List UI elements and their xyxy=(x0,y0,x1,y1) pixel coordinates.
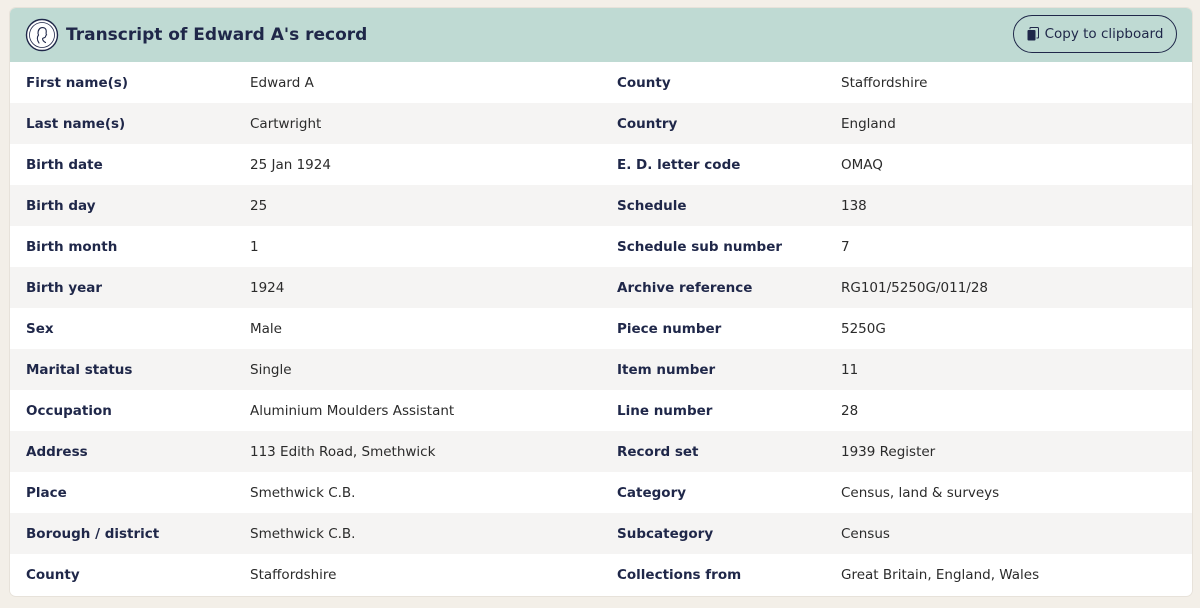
field-value: Edward A xyxy=(250,74,314,91)
field-value: 25 Jan 1924 xyxy=(250,156,331,173)
field-value: Single xyxy=(250,361,292,378)
field-label: Birth month xyxy=(26,238,118,255)
field-value: Smethwick C.B. xyxy=(250,484,356,501)
field-label: Category xyxy=(617,484,687,501)
field-label: First name(s) xyxy=(26,74,129,91)
field-value: Cartwright xyxy=(250,115,322,132)
table-row: Borough / district Smethwick C.B. Subcat… xyxy=(10,513,1192,554)
field-value: 1924 xyxy=(250,279,285,296)
field-label: Occupation xyxy=(26,402,112,419)
field-value: Great Britain, England, Wales xyxy=(841,566,1040,583)
field-value: England xyxy=(841,115,896,132)
copy-to-clipboard-button[interactable]: Copy to clipboard xyxy=(1013,15,1177,53)
field-value: 28 xyxy=(841,402,859,419)
field-value: OMAQ xyxy=(841,156,883,173)
field-label: Record set xyxy=(617,443,699,460)
field-label: Sex xyxy=(26,320,54,337)
field-value: Male xyxy=(250,320,282,337)
field-label: Archive reference xyxy=(617,279,753,296)
field-label: Item number xyxy=(617,361,716,378)
field-value: Census xyxy=(841,525,890,542)
field-value: 7 xyxy=(841,238,850,255)
field-label: Marital status xyxy=(26,361,133,378)
field-label: Schedule sub number xyxy=(617,238,783,255)
field-value: 5250G xyxy=(841,320,886,337)
field-label: E. D. letter code xyxy=(617,156,741,173)
table-row: Place Smethwick C.B. Category Census, la… xyxy=(10,472,1192,513)
copy-button-label: Copy to clipboard xyxy=(1044,26,1164,42)
field-label: Schedule xyxy=(617,197,687,214)
field-value: 1 xyxy=(250,238,259,255)
record-table: First name(s) Edward A County Staffordsh… xyxy=(10,62,1192,595)
field-label: Collections from xyxy=(617,566,742,583)
field-label: County xyxy=(617,74,671,91)
field-label: Birth date xyxy=(26,156,103,173)
field-value: Census, land & surveys xyxy=(841,484,1000,501)
field-label: Country xyxy=(617,115,678,132)
field-label: Subcategory xyxy=(617,525,714,542)
field-value: Staffordshire xyxy=(250,566,337,583)
field-value: Staffordshire xyxy=(841,74,928,91)
table-row: Birth year 1924 Archive reference RG101/… xyxy=(10,267,1192,308)
table-row: First name(s) Edward A County Staffordsh… xyxy=(10,62,1192,103)
table-row: Marital status Single Item number 11 xyxy=(10,349,1192,390)
record-transcript-card: Transcript of Edward A's record Copy to … xyxy=(10,8,1192,596)
field-value: Aluminium Moulders Assistant xyxy=(250,402,455,419)
field-value: 113 Edith Road, Smethwick xyxy=(250,443,436,460)
field-label: Place xyxy=(26,484,67,501)
field-label: County xyxy=(26,566,80,583)
field-label: Piece number xyxy=(617,320,722,337)
field-value: RG101/5250G/011/28 xyxy=(841,279,989,296)
table-row: Birth day 25 Schedule 138 xyxy=(10,185,1192,226)
field-value: 11 xyxy=(841,361,859,378)
field-value: Smethwick C.B. xyxy=(250,525,356,542)
table-row: Occupation Aluminium Moulders Assistant … xyxy=(10,390,1192,431)
field-label: Borough / district xyxy=(26,525,160,542)
clipboard-icon xyxy=(1027,27,1039,41)
field-label: Birth day xyxy=(26,197,96,214)
field-label: Line number xyxy=(617,402,713,419)
field-value: 138 xyxy=(841,197,867,214)
page-title: Transcript of Edward A's record xyxy=(66,25,368,45)
table-row: Last name(s) Cartwright Country England xyxy=(10,103,1192,144)
field-label: Birth year xyxy=(26,279,103,296)
table-row: Sex Male Piece number 5250G xyxy=(10,308,1192,349)
table-row: County Staffordshire Collections from Gr… xyxy=(10,554,1192,595)
field-label: Address xyxy=(26,443,88,460)
person-silhouette-icon xyxy=(25,18,59,52)
field-value: 25 xyxy=(250,197,268,214)
table-row: Birth month 1 Schedule sub number 7 xyxy=(10,226,1192,267)
transcript-header: Transcript of Edward A's record Copy to … xyxy=(10,8,1192,62)
table-row: Address 113 Edith Road, Smethwick Record… xyxy=(10,431,1192,472)
table-row: Birth date 25 Jan 1924 E. D. letter code… xyxy=(10,144,1192,185)
field-value: 1939 Register xyxy=(841,443,936,460)
field-label: Last name(s) xyxy=(26,115,126,132)
